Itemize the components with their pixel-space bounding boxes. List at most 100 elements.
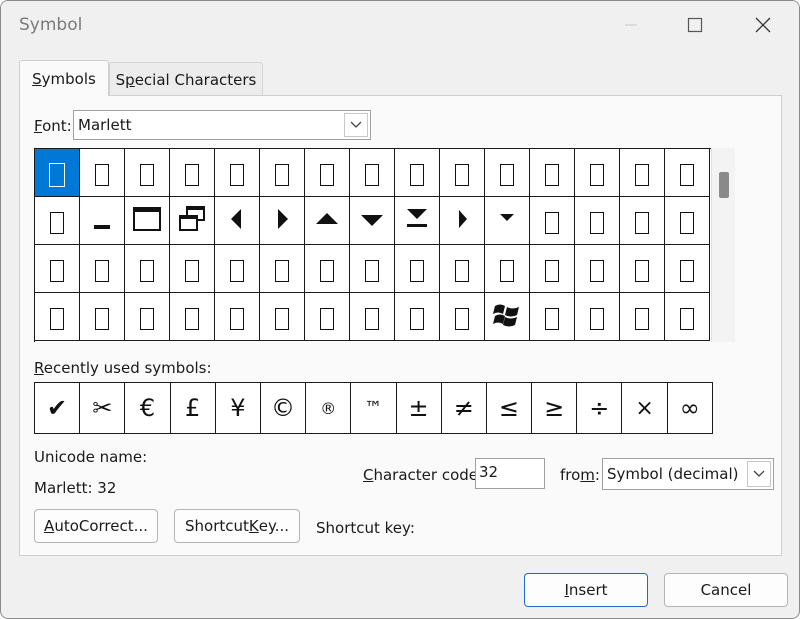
insert-button[interactable]: Insert [524, 573, 648, 607]
symbol-cell[interactable] [80, 293, 125, 341]
autocorrect-button[interactable]: AutoCorrect... [34, 509, 158, 543]
close-button[interactable] [731, 1, 795, 49]
recent-symbol-cell[interactable]: ¥ [215, 383, 261, 434]
symbol-cell[interactable] [170, 245, 215, 293]
symbol-cell[interactable] [260, 197, 305, 245]
symbol-cell[interactable] [530, 149, 575, 197]
symbol-cell[interactable] [170, 197, 215, 245]
symbol-cell[interactable] [485, 197, 530, 245]
tab-special-rest: ecial Characters [134, 70, 257, 89]
missing-glyph-box [635, 259, 649, 282]
symbol-cell[interactable] [350, 293, 395, 341]
tab-symbols[interactable]: Symbols [19, 60, 109, 96]
missing-glyph-box [455, 259, 469, 282]
tab-special-characters[interactable]: Sp ecial Characters [109, 62, 263, 96]
symbol-cell[interactable] [530, 197, 575, 245]
symbol-cell[interactable] [575, 245, 620, 293]
symbol-cell[interactable] [665, 245, 710, 293]
symbol-cell[interactable] [575, 293, 620, 341]
symbol-cell[interactable] [620, 149, 665, 197]
symbol-cell[interactable] [260, 245, 305, 293]
symbol-cell[interactable] [305, 197, 350, 245]
scrollbar-thumb[interactable] [719, 172, 729, 198]
symbol-cell[interactable] [125, 245, 170, 293]
recent-symbol-cell[interactable]: ✂ [80, 383, 126, 434]
symbol-cell[interactable] [395, 149, 440, 197]
symbol-cell[interactable] [125, 197, 170, 245]
recent-symbol-cell[interactable]: ✔ [35, 383, 81, 434]
symbol-cell[interactable] [575, 149, 620, 197]
recent-symbol-cell[interactable]: £ [170, 383, 216, 434]
symbol-cell[interactable] [485, 245, 530, 293]
symbol-cell[interactable] [260, 293, 305, 341]
symbol-cell[interactable] [485, 293, 530, 341]
symbol-cell[interactable] [440, 149, 485, 197]
symbol-cell[interactable] [170, 149, 215, 197]
recent-symbol-cell[interactable]: ™ [351, 383, 397, 434]
symbol-cell[interactable] [305, 245, 350, 293]
symbol-cell[interactable] [620, 197, 665, 245]
missing-glyph-box [320, 163, 334, 186]
symbol-cell[interactable] [440, 293, 485, 341]
symbol-cell[interactable] [665, 149, 710, 197]
symbol-cell[interactable] [125, 293, 170, 341]
symbol-grid[interactable] [34, 148, 711, 342]
symbol-cell[interactable] [215, 245, 260, 293]
symbol-cell[interactable] [575, 197, 620, 245]
symbol-cell[interactable] [35, 197, 80, 245]
symbol-cell[interactable] [530, 245, 575, 293]
symbol-cell[interactable] [395, 245, 440, 293]
recent-symbol-cell[interactable]: ÷ [577, 383, 623, 434]
symbol-cell[interactable] [350, 197, 395, 245]
symbol-cell[interactable] [125, 149, 170, 197]
symbol-cell[interactable] [665, 197, 710, 245]
recent-symbol-cell[interactable]: ∞ [667, 383, 713, 434]
recent-symbol-cell[interactable]: ≤ [486, 383, 533, 434]
minimize-button[interactable] [599, 1, 663, 49]
symbol-cell[interactable] [620, 245, 665, 293]
symbol-cell[interactable] [350, 245, 395, 293]
symbol-cell[interactable] [80, 149, 125, 197]
symbol-cell[interactable] [395, 197, 440, 245]
small-right-triangle-icon [452, 207, 472, 235]
recent-symbol-cell[interactable]: × [622, 383, 668, 434]
recent-symbol-cell[interactable]: ± [396, 383, 442, 434]
symbol-cell[interactable] [35, 245, 80, 293]
symbol-cell[interactable] [395, 293, 440, 341]
symbol-cell[interactable] [170, 293, 215, 341]
cancel-button[interactable]: Cancel [664, 573, 788, 607]
font-dropdown-button[interactable] [344, 113, 368, 137]
symbol-cell[interactable] [305, 293, 350, 341]
symbol-grid-scrollbar[interactable] [711, 148, 735, 342]
character-code-input[interactable]: 32 [475, 458, 545, 489]
symbol-cell[interactable] [35, 149, 80, 197]
recent-symbol-cell[interactable]: ≠ [441, 383, 487, 434]
missing-glyph-box [590, 307, 604, 330]
maximize-button[interactable] [663, 1, 727, 49]
recent-symbol-cell[interactable]: © [260, 383, 307, 434]
symbol-cell[interactable] [440, 197, 485, 245]
from-dropdown-button[interactable] [747, 461, 771, 487]
symbol-cell[interactable] [215, 149, 260, 197]
symbol-cell[interactable] [665, 293, 710, 341]
symbol-cell[interactable] [215, 197, 260, 245]
symbol-cell[interactable] [620, 293, 665, 341]
symbol-cell[interactable] [80, 197, 125, 245]
symbol-cell[interactable] [350, 149, 395, 197]
shortcut-key-button[interactable]: Shortcut Key... [174, 509, 300, 543]
symbol-cell[interactable] [530, 293, 575, 341]
symbol-cell[interactable] [215, 293, 260, 341]
recently-used-grid[interactable]: ✔ ✂ € £ ¥ © ® ™ ± ≠ ≤ ≥ ÷ × ∞ [34, 382, 713, 434]
symbol-cell[interactable] [260, 149, 305, 197]
missing-glyph-box [680, 259, 694, 282]
symbol-cell[interactable] [80, 245, 125, 293]
recent-symbol-cell[interactable]: ≥ [532, 383, 578, 434]
symbol-cell[interactable] [305, 149, 350, 197]
font-select[interactable]: Marlett [73, 110, 371, 140]
from-select[interactable]: Symbol (decimal) [602, 458, 774, 490]
recent-symbol-cell[interactable]: € [125, 383, 171, 434]
symbol-cell[interactable] [485, 149, 530, 197]
symbol-cell[interactable] [440, 245, 485, 293]
symbol-cell[interactable] [35, 293, 80, 341]
recent-symbol-cell[interactable]: ® [306, 383, 352, 434]
